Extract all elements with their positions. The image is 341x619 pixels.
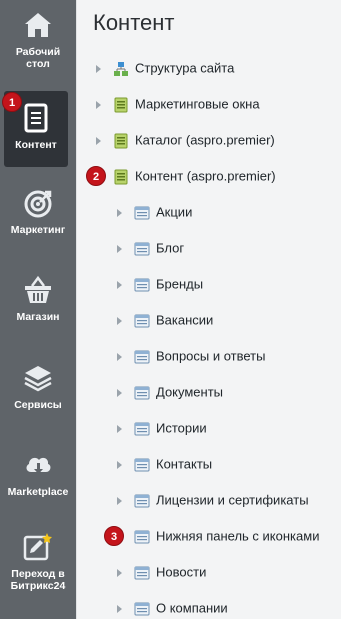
tree-item[interactable]: Новости bbox=[117, 562, 206, 582]
tree-item-label: Бренды bbox=[156, 276, 204, 292]
tree-item[interactable]: Контакты bbox=[117, 454, 212, 474]
site-structure-icon bbox=[114, 61, 128, 76]
iblock-icon bbox=[134, 566, 150, 580]
expand-arrow-icon[interactable] bbox=[117, 244, 122, 253]
tree-item-label: Контент (aspro.premier) bbox=[135, 168, 276, 184]
home-icon bbox=[25, 13, 51, 37]
expand-arrow-icon[interactable] bbox=[117, 352, 122, 361]
tree-item-label: Новости bbox=[156, 564, 207, 580]
expand-arrow-icon[interactable] bbox=[117, 496, 122, 505]
nav-item-label: Магазин bbox=[16, 311, 60, 323]
tree-item[interactable]: Маркетинговые окна bbox=[96, 94, 260, 114]
edit-star-icon bbox=[23, 533, 52, 561]
expand-arrow-icon[interactable] bbox=[96, 136, 101, 145]
left-nav: Рабочий стол Контент Маркетинг Магазин С… bbox=[0, 0, 76, 619]
nav-item-label: Битрикс24 bbox=[10, 580, 66, 592]
expand-arrow-icon[interactable] bbox=[117, 604, 122, 613]
iblock-icon bbox=[134, 422, 150, 436]
expand-arrow-icon[interactable] bbox=[117, 568, 122, 577]
nav-item-marketing[interactable]: Маркетинг bbox=[0, 188, 76, 236]
iblock-type-icon bbox=[114, 169, 128, 185]
expand-arrow-icon[interactable] bbox=[117, 280, 122, 289]
nav-item-label: Переход в bbox=[11, 568, 65, 580]
tree-item[interactable]: Акции bbox=[117, 202, 192, 222]
tree-item[interactable]: Лицензии и сертификаты bbox=[117, 490, 309, 510]
iblock-type-icon bbox=[114, 97, 128, 113]
tree-item-label: Маркетинговые окна bbox=[135, 96, 260, 112]
nav-item-label: Рабочий bbox=[15, 46, 61, 58]
page-title: Контент bbox=[93, 10, 175, 35]
nav-item-label: Маркетинг bbox=[10, 224, 66, 236]
nav-item-desktop[interactable]: Рабочий стол bbox=[0, 10, 76, 70]
tree-item[interactable]: Нижняя панель с иконками bbox=[117, 526, 319, 546]
target-icon bbox=[24, 190, 52, 218]
nav-item-services[interactable]: Сервисы bbox=[0, 363, 76, 411]
nav-item-marketplace[interactable]: Marketplace bbox=[0, 450, 76, 498]
tree-item-label: Контакты bbox=[156, 456, 213, 472]
expand-arrow-icon[interactable] bbox=[96, 64, 101, 73]
tree-item[interactable]: Каталог (aspro.premier) bbox=[96, 130, 275, 150]
nav-item-label: Marketplace bbox=[7, 486, 69, 498]
expand-arrow-icon[interactable] bbox=[117, 208, 122, 217]
tree-item-label: Документы bbox=[156, 384, 224, 400]
iblock-icon bbox=[134, 278, 150, 292]
nav-item-label: Контент bbox=[15, 139, 57, 151]
iblock-icon bbox=[134, 206, 150, 220]
iblock-icon bbox=[134, 314, 150, 328]
nav-item-bitrix24[interactable]: Переход в Битрикс24 bbox=[0, 532, 76, 592]
tree-item-label: О компании bbox=[156, 600, 228, 616]
nav-item-label: стол bbox=[26, 58, 50, 70]
tree-item-label: Структура сайта bbox=[135, 60, 235, 76]
tree-item-label: Лицензии и сертификаты bbox=[156, 492, 309, 508]
tree-item-label: Каталог (aspro.premier) bbox=[135, 132, 275, 148]
step-badge: 1 bbox=[2, 92, 22, 112]
iblock-icon bbox=[134, 350, 150, 364]
document-icon bbox=[24, 103, 48, 133]
basket-icon bbox=[25, 275, 51, 303]
tree-item[interactable]: О компании bbox=[117, 598, 228, 618]
tree-item-label: Вопросы и ответы bbox=[156, 348, 266, 364]
iblock-type-icon bbox=[114, 133, 128, 149]
iblock-icon bbox=[134, 602, 150, 616]
nav-item-store[interactable]: Магазин bbox=[0, 275, 76, 323]
cloud-download-icon bbox=[26, 457, 51, 474]
tree-item-label: Вакансии bbox=[156, 312, 214, 328]
tree-item-label: Истории bbox=[156, 420, 207, 436]
tree-item[interactable]: Структура сайта bbox=[96, 58, 234, 78]
iblock-icon bbox=[134, 494, 150, 508]
tree-item[interactable]: Бренды bbox=[117, 274, 203, 294]
layers-icon bbox=[24, 366, 52, 392]
expand-arrow-icon[interactable] bbox=[117, 388, 122, 397]
iblock-icon bbox=[134, 386, 150, 400]
tree-item[interactable]: Вопросы и ответы bbox=[117, 346, 265, 366]
tree-item[interactable]: Документы bbox=[117, 382, 223, 402]
iblock-icon bbox=[134, 242, 150, 256]
tree-item-label: Акции bbox=[156, 204, 193, 220]
nav-item-label: Сервисы bbox=[14, 399, 62, 411]
tree-item[interactable]: Контент (aspro.premier) bbox=[96, 166, 276, 186]
step-badge: 2 bbox=[86, 166, 106, 186]
tree-item[interactable]: Вакансии bbox=[117, 310, 213, 330]
tree-item-label: Блог bbox=[156, 240, 185, 256]
expand-arrow-icon[interactable] bbox=[96, 100, 101, 109]
tree-item[interactable]: Блог bbox=[117, 238, 184, 258]
tree-item-label: Нижняя панель с иконками bbox=[156, 528, 320, 544]
tree-item[interactable]: Истории bbox=[117, 418, 207, 438]
expand-arrow-icon[interactable] bbox=[117, 316, 122, 325]
iblock-icon bbox=[134, 458, 150, 472]
step-badge: 3 bbox=[104, 526, 124, 546]
expand-arrow-icon[interactable] bbox=[117, 424, 122, 433]
iblock-icon bbox=[134, 530, 150, 544]
expand-arrow-icon[interactable] bbox=[117, 460, 122, 469]
